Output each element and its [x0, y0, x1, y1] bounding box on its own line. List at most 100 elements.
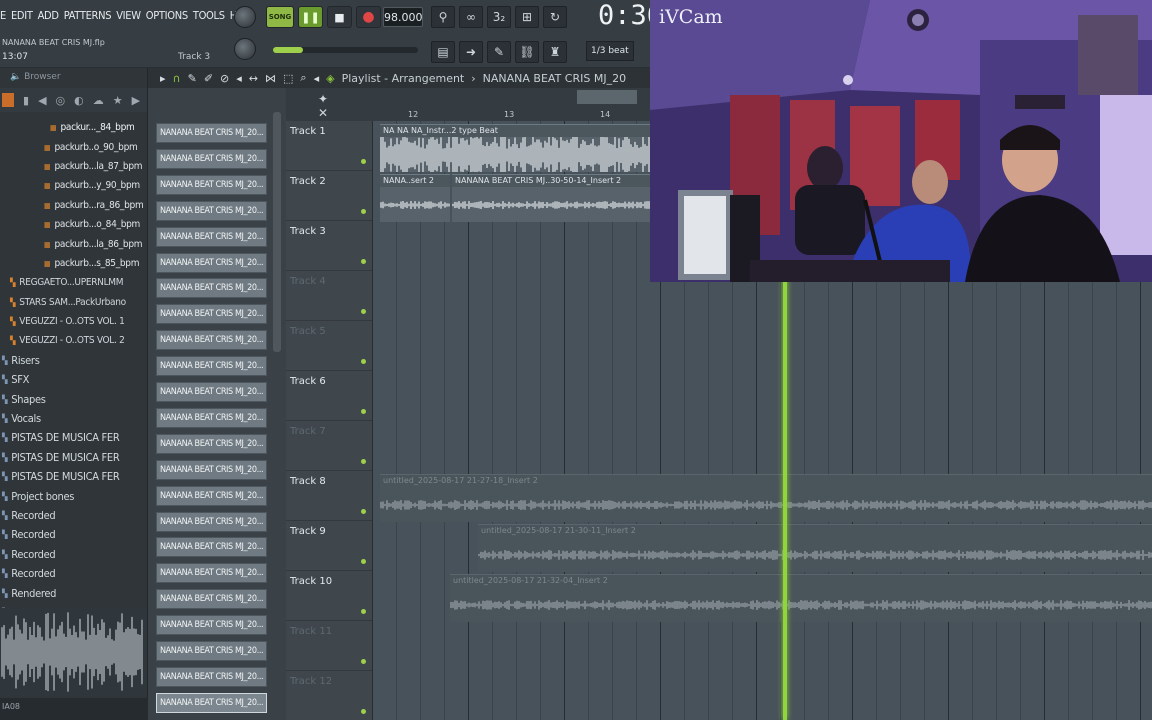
star-icon[interactable]: ★: [113, 94, 123, 107]
track-active-led[interactable]: [361, 309, 366, 314]
track-header[interactable]: Track 9: [286, 521, 372, 571]
master-volume-slider[interactable]: [273, 47, 418, 53]
picker-clip-item[interactable]: NANANA BEAT CRIS MJ_20...: [156, 641, 267, 661]
browser-folder[interactable]: ▚ Shapes: [0, 389, 147, 408]
browser-folder[interactable]: ▚ SFX: [0, 370, 147, 389]
menu-options[interactable]: OPTIONS: [146, 9, 188, 22]
picker-clip-item[interactable]: NANANA BEAT CRIS MJ_20...: [156, 330, 267, 351]
track-active-led[interactable]: [361, 459, 366, 464]
browser-folder[interactable]: ▚ PISTAS DE MUSICA FER: [0, 428, 147, 447]
picker-clip-item[interactable]: NANANA BEAT CRIS MJ_20...: [156, 666, 267, 687]
track-active-led[interactable]: [361, 659, 366, 664]
browser-file[interactable]: ▦ packurb...la_86_bpm: [0, 234, 147, 253]
track-header[interactable]: Track 7: [286, 421, 372, 471]
master-pitch-knob[interactable]: [234, 38, 256, 60]
picker-clip-item[interactable]: NANANA BEAT CRIS MJ_20...: [156, 511, 267, 532]
picker-clip-item[interactable]: NANANA BEAT CRIS MJ_20...: [156, 537, 267, 558]
collapse-icon[interactable]: [2, 93, 14, 107]
snap-wand-icon[interactable]: ✦: [318, 92, 328, 106]
pencil-icon[interactable]: ✎: [188, 72, 197, 85]
mute-icon[interactable]: ◂: [236, 72, 242, 85]
track-header[interactable]: Track 11: [286, 621, 372, 671]
sort-icon[interactable]: ◐: [74, 94, 84, 107]
piano-icon[interactable]: ▤: [431, 41, 455, 63]
picker-clip-item[interactable]: NANANA BEAT CRIS MJ_20...: [156, 692, 267, 713]
track-active-led[interactable]: [361, 509, 366, 514]
master-volume-knob[interactable]: [234, 6, 256, 28]
audio-clip[interactable]: untitled_2025-08-17 21-30-11_Insert 2: [478, 524, 1152, 572]
track-header[interactable]: Track 6: [286, 371, 372, 421]
wait-input-icon[interactable]: ∞: [459, 6, 483, 28]
picker-clip-item[interactable]: NANANA BEAT CRIS MJ_20...: [156, 304, 267, 325]
browser-subfolder[interactable]: ▚ REGGAETO...UPERNLMM: [0, 273, 147, 292]
loop-record-icon[interactable]: ↻: [543, 6, 567, 28]
browser-folder[interactable]: ▚ Risers: [0, 351, 147, 370]
track-active-led[interactable]: [361, 359, 366, 364]
playlist-menu-icon[interactable]: ▸: [160, 72, 166, 85]
browser-subfolder[interactable]: ▚ STARS SAM...PackUrbano: [0, 293, 147, 312]
track-header[interactable]: Track 4: [286, 271, 372, 321]
picker-clip-item[interactable]: NANANA BEAT CRIS MJ_20...: [156, 615, 267, 636]
menu-patterns[interactable]: PATTERNS: [64, 9, 112, 22]
browser-folder[interactable]: ▚ Recorded: [0, 506, 147, 525]
browser-subfolder[interactable]: ▚ VEGUZZI - O..OTS VOL. 1: [0, 312, 147, 331]
select-icon[interactable]: ⬚: [283, 72, 293, 85]
browser-subfolder[interactable]: ▚ VEGUZZI - O..OTS VOL. 2: [0, 331, 147, 350]
picker-clip-item[interactable]: NANANA BEAT CRIS MJ_20...: [156, 278, 267, 299]
stamp-icon[interactable]: ♜: [543, 41, 567, 63]
picker-clip-item[interactable]: NANANA BEAT CRIS MJ_20...: [156, 174, 267, 195]
track-active-led[interactable]: [361, 709, 366, 714]
track-header[interactable]: Track 3: [286, 221, 372, 271]
link-icon[interactable]: ⛓: [515, 41, 539, 63]
picker-clip-item[interactable]: NANANA BEAT CRIS MJ_20...: [156, 226, 267, 247]
browser-folder[interactable]: ▚ Recorded: [0, 525, 147, 544]
paint-icon[interactable]: ✐: [204, 72, 213, 85]
close-icon[interactable]: ✕: [318, 106, 328, 120]
browser-folder[interactable]: ▚ Recorded: [0, 564, 147, 583]
track-header[interactable]: Track 12: [286, 671, 372, 720]
picker-clip-item[interactable]: NANANA BEAT CRIS MJ_20...: [156, 563, 267, 584]
menu-file[interactable]: E: [0, 9, 6, 22]
browser-folder[interactable]: ▚ Project bones: [0, 486, 147, 505]
slip-icon[interactable]: ↔: [249, 72, 258, 85]
track-active-led[interactable]: [361, 209, 366, 214]
picker-clip-item[interactable]: NANANA BEAT CRIS MJ_20...: [156, 459, 267, 480]
ruler-loop-region[interactable]: [577, 90, 637, 104]
brush-icon[interactable]: ✎: [487, 41, 511, 63]
picker-clip-item[interactable]: NANANA BEAT CRIS MJ_20...: [156, 589, 267, 610]
metronome-icon[interactable]: ⚲: [431, 6, 455, 28]
arrow-icon[interactable]: ➜: [459, 41, 483, 63]
audio-clip[interactable]: NANA..sert 2: [380, 174, 450, 222]
track-active-led[interactable]: [361, 559, 366, 564]
audio-clip[interactable]: untitled_2025-08-17 21-27-18_Insert 2: [380, 474, 1152, 522]
audio-clip[interactable]: NA NA NA_Instr...2 type Beat: [380, 124, 650, 172]
picker-clip-item[interactable]: NANANA BEAT CRIS MJ_20...: [156, 433, 267, 454]
track-header[interactable]: Track 8: [286, 471, 372, 521]
picker-clip-item[interactable]: NANANA BEAT CRIS MJ_20...: [156, 485, 267, 506]
picker-clip-item[interactable]: NANANA BEAT CRIS MJ_20...: [156, 356, 267, 377]
track-header[interactable]: Track 2: [286, 171, 372, 221]
browser-folder[interactable]: ▚ PISTAS DE MUSICA FER: [0, 448, 147, 467]
picker-clip-item[interactable]: NANANA BEAT CRIS MJ_20...: [156, 200, 267, 221]
zoom-icon[interactable]: ⌕: [300, 71, 306, 85]
browser-folder[interactable]: ▚ Rendered: [0, 583, 147, 602]
playback-icon[interactable]: ◂: [314, 72, 320, 85]
play-pause-button[interactable]: ❚❚: [298, 6, 323, 28]
picker-scrollbar[interactable]: [273, 112, 281, 352]
back-icon[interactable]: ◀: [38, 94, 46, 107]
browser-file[interactable]: ▦ packurb...la_87_bpm: [0, 157, 147, 176]
picker-clip-item[interactable]: NANANA BEAT CRIS MJ_20...: [156, 252, 267, 273]
track-header[interactable]: Track 10: [286, 571, 372, 621]
stop-button[interactable]: ■: [327, 6, 352, 28]
pattern-song-toggle[interactable]: SONG: [266, 6, 294, 28]
audio-clip[interactable]: untitled_2025-08-17 21-32-04_Insert 2: [450, 574, 1152, 622]
browser-folder[interactable]: ▚ Recorded: [0, 545, 147, 564]
slice-icon[interactable]: ⋈: [265, 72, 276, 85]
browser-file[interactable]: ▦ packurb...ra_86_bpm: [0, 196, 147, 215]
browser-folder[interactable]: ▚ Vocals: [0, 409, 147, 428]
track-header[interactable]: Track 1: [286, 121, 372, 171]
track-active-led[interactable]: [361, 409, 366, 414]
menu-add[interactable]: ADD: [38, 9, 59, 22]
sync-icon[interactable]: ◎: [56, 94, 66, 107]
menu-view[interactable]: VIEW: [116, 9, 141, 22]
